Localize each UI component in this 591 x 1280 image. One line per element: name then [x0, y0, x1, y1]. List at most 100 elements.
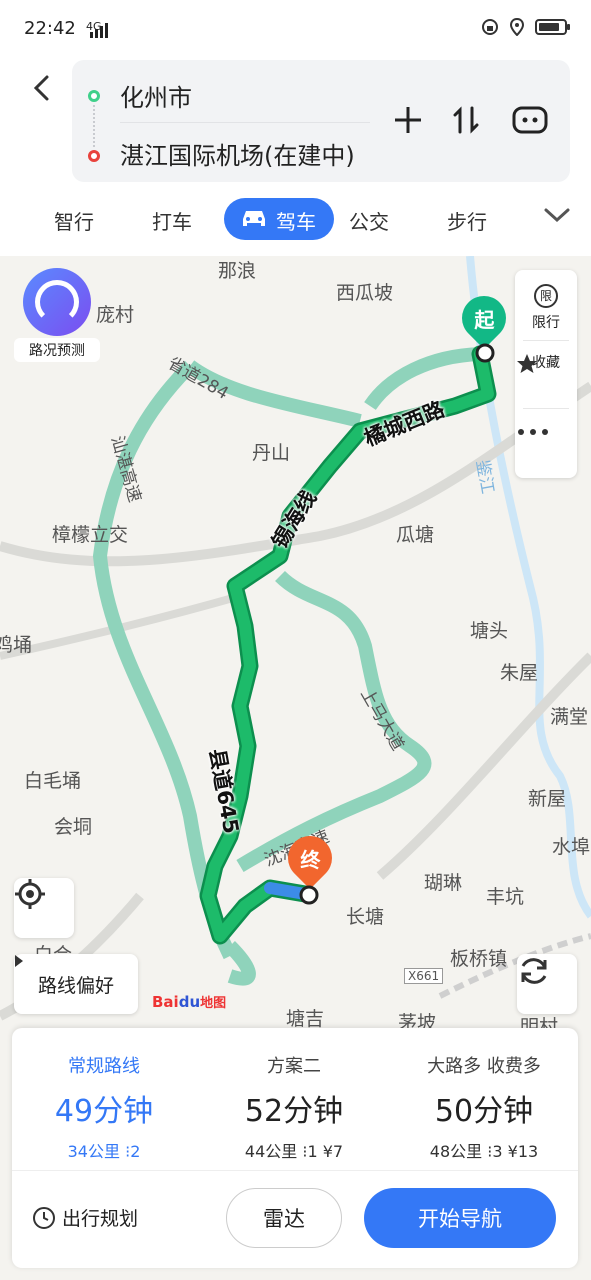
caret-right-icon	[15, 955, 23, 967]
restriction-label: 限行	[532, 315, 560, 331]
trip-schedule-button[interactable]: 出行规划	[32, 1204, 138, 1231]
place-label: 丹山	[252, 442, 291, 464]
toggle-icon	[512, 106, 548, 134]
more-options-button[interactable]	[510, 100, 550, 140]
restriction-button[interactable]: 限 限行	[515, 284, 577, 332]
tab-bus[interactable]: 公交	[349, 206, 389, 235]
plan-card-0[interactable]: 常规路线 49分钟 34公里 ⁝2	[14, 1052, 194, 1162]
route-input-box: 化州市 湛江国际机场(在建中)	[72, 60, 570, 182]
origin-divider	[120, 122, 370, 123]
route-preference-label: 路线偏好	[37, 974, 114, 997]
main-route	[202, 348, 494, 942]
route-header: 化州市 湛江国际机场(在建中) 智行 打车 驾车 公交 步行	[0, 56, 591, 256]
panel-divider	[523, 340, 569, 341]
origin-field[interactable]: 化州市	[120, 78, 192, 113]
end-marker-label: 终	[300, 847, 320, 872]
plan-time: 52分钟	[244, 1094, 344, 1129]
chevron-left-icon	[33, 75, 49, 101]
route-plans-sheet: 常规路线 49分钟 34公里 ⁝2 方案二 52分钟 44公里 ⁝1 ¥7 大路…	[12, 1028, 578, 1268]
start-navigation-button[interactable]: 开始导航	[364, 1188, 556, 1248]
traffic-forecast-button[interactable]: 路况预测	[14, 268, 100, 362]
crosshair-icon	[15, 879, 45, 909]
swap-icon	[453, 106, 479, 134]
expand-modes-button[interactable]	[543, 202, 571, 230]
plan-name: 方案二	[267, 1056, 321, 1077]
restriction-icon: 限	[534, 284, 558, 308]
place-label: 塘吉	[286, 1008, 325, 1030]
place-label: 丰坑	[486, 886, 525, 908]
route-connector	[93, 105, 95, 147]
end-dot-icon	[88, 150, 100, 162]
travel-mode-tabs: 智行 打车 驾车 公交 步行	[0, 198, 591, 248]
favorite-button[interactable]: 收藏	[515, 352, 577, 373]
star-icon	[517, 354, 537, 373]
start-marker-label: 起	[474, 307, 494, 332]
place-label: 瓜塘	[396, 524, 435, 546]
place-label: 西瓜坡	[336, 282, 394, 304]
radar-button[interactable]: 雷达	[226, 1188, 342, 1248]
plan-time: 50分钟	[434, 1094, 534, 1129]
tab-drive[interactable]: 驾车	[224, 198, 334, 240]
back-button[interactable]	[26, 74, 56, 110]
sheet-divider	[12, 1170, 578, 1171]
location-icon	[509, 18, 525, 36]
swap-route-button[interactable]	[446, 100, 486, 140]
plan-name: 常规路线	[68, 1056, 140, 1077]
place-label: 那浪	[218, 260, 257, 282]
place-label: 鸡埇	[0, 634, 33, 656]
plan-meta: 34公里 ⁝2	[67, 1142, 141, 1161]
plan-time: 49分钟	[54, 1094, 154, 1129]
plan-card-2[interactable]: 大路多 收费多 50分钟 48公里 ⁝3 ¥13	[394, 1052, 574, 1162]
plus-icon	[395, 107, 421, 133]
place-label: 樟檬立交	[52, 524, 129, 546]
place-label: 塘头	[470, 620, 509, 642]
route-preference-button[interactable]: 路线偏好	[14, 954, 138, 1014]
lock-rotation-icon	[482, 19, 498, 35]
tab-walk[interactable]: 步行	[447, 206, 487, 235]
status-icons	[481, 18, 570, 36]
tab-drive-label: 驾车	[276, 210, 316, 234]
traffic-forecast-label: 路况预测	[14, 338, 100, 362]
status-bar: 22:42 4G	[0, 0, 591, 56]
signal-icon	[90, 23, 108, 38]
battery-icon	[535, 19, 570, 35]
car-icon	[243, 211, 265, 226]
road-badge: X661	[404, 968, 444, 984]
plan-meta: 44公里 ⁝1 ¥7	[244, 1142, 344, 1161]
plan-name: 大路多 收费多	[427, 1056, 541, 1077]
start-marker[interactable]: 起	[452, 286, 516, 350]
place-label: 板桥镇	[450, 948, 508, 970]
start-point-icon	[475, 343, 495, 363]
clock-icon	[33, 1206, 55, 1229]
locate-button[interactable]	[14, 878, 74, 938]
destination-field[interactable]: 湛江国际机场(在建中)	[120, 136, 355, 171]
place-label: 会垌	[54, 816, 93, 838]
plan-meta: 48公里 ⁝3 ¥13	[429, 1142, 539, 1161]
place-label: 新屋	[528, 788, 567, 810]
refresh-button[interactable]	[517, 954, 577, 1014]
place-label: 水埠	[552, 836, 591, 858]
place-label: 瑚琳	[424, 872, 463, 894]
place-label: 满堂	[550, 706, 589, 728]
place-label: 长塘	[346, 906, 385, 928]
place-label: 庞村	[96, 304, 135, 326]
add-waypoint-button[interactable]	[388, 100, 428, 140]
speedometer-icon	[23, 268, 91, 336]
status-time: 22:42	[24, 18, 76, 39]
end-point-icon	[299, 885, 319, 905]
tab-smart[interactable]: 智行	[54, 206, 94, 235]
start-dot-icon	[88, 90, 100, 102]
place-label: 朱屋	[500, 662, 539, 684]
baidu-logo: Baidu地图	[152, 993, 227, 1011]
chevron-down-icon	[544, 208, 570, 223]
plan-card-1[interactable]: 方案二 52分钟 44公里 ⁝1 ¥7	[204, 1052, 384, 1162]
tab-taxi[interactable]: 打车	[152, 206, 192, 235]
more-icon	[518, 429, 548, 435]
refresh-icon	[521, 958, 547, 984]
trip-schedule-label: 出行规划	[62, 1208, 139, 1230]
alt-route	[224, 941, 256, 986]
panel-divider	[523, 408, 569, 409]
place-label: 白毛埇	[24, 770, 82, 792]
end-marker[interactable]: 终	[278, 826, 342, 890]
map-side-panel: 限 限行 收藏	[515, 270, 577, 478]
